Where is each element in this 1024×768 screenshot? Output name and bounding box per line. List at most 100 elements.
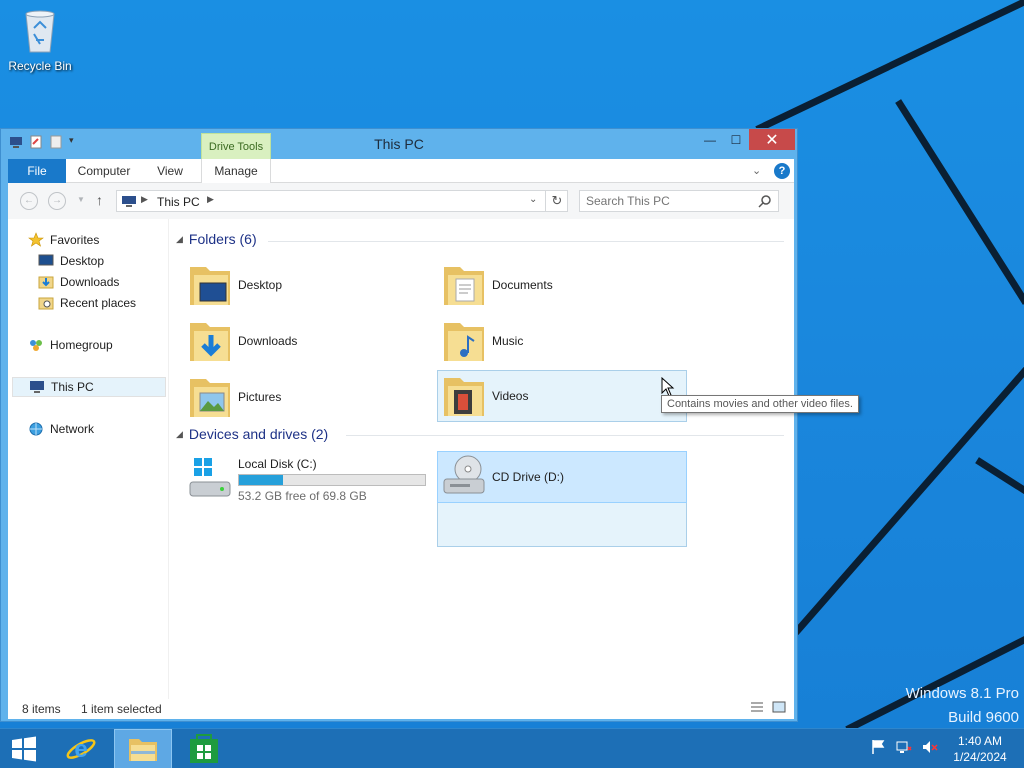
address-bar[interactable]: ▶ This PC ▶ ⌄ ↻ (116, 190, 568, 212)
search-input[interactable] (586, 194, 756, 208)
folder-desktop[interactable]: Desktop (184, 259, 434, 311)
drive-usage-fill (239, 475, 284, 485)
search-box[interactable] (579, 190, 779, 212)
store-icon (190, 734, 218, 763)
drive-free-space: 53.2 GB free of 69.8 GB (238, 489, 367, 503)
nav-item-network[interactable]: Network (28, 419, 94, 439)
tab-file[interactable]: File (8, 159, 66, 183)
folder-name: Documents (492, 278, 553, 292)
selection-count: 1 item selected (81, 702, 162, 716)
drive-cd-d[interactable]: CD Drive (D:) (437, 451, 687, 503)
tab-computer[interactable]: Computer (70, 159, 138, 183)
devices-group-header[interactable]: ◢ Devices and drives (2) (176, 426, 328, 442)
videos-folder-icon (444, 378, 484, 416)
nav-item-label: Downloads (60, 275, 120, 289)
recycle-bin[interactable]: Recycle Bin (6, 6, 74, 73)
file-explorer-icon (129, 739, 157, 761)
videos-tooltip: Contains movies and other video files. (661, 395, 859, 413)
help-icon[interactable]: ? (774, 163, 790, 179)
window-titlebar[interactable]: ▾ Drive Tools This PC — ☐ ✕ (1, 129, 797, 159)
nav-item-recent-places[interactable]: Recent places (38, 293, 136, 313)
folder-name: Pictures (238, 390, 282, 404)
folder-documents[interactable]: Documents (438, 259, 688, 311)
tab-manage[interactable]: Manage (201, 159, 271, 183)
folders-group-header[interactable]: ◢ Folders (6) (176, 231, 257, 247)
this-pc-icon (122, 196, 136, 207)
search-icon[interactable] (758, 194, 772, 208)
status-bar: 8 items 1 item selected (8, 699, 794, 719)
taskbar-clock[interactable]: 1:40 AM 1/24/2024 (940, 733, 1020, 765)
windows-edition-watermark: Windows 8.1 Pro (905, 685, 1019, 702)
taskbar: e 1:40 AM 1/24/2024 (0, 728, 1024, 768)
folder-pictures[interactable]: Pictures (184, 371, 434, 423)
nav-item-homegroup[interactable]: Homegroup (28, 335, 113, 355)
content-area: Favorites Desktop Downloads Recent place… (8, 219, 794, 699)
pane-divider (168, 219, 169, 699)
nav-item-desktop[interactable]: Desktop (38, 251, 104, 271)
downloads-icon (38, 276, 54, 289)
view-toggles (750, 701, 786, 713)
close-button[interactable]: ✕ (749, 129, 795, 150)
windows-build-watermark: Build 9600 (948, 709, 1019, 726)
folder-music[interactable]: Music (438, 315, 688, 367)
recycle-bin-label: Recycle Bin (8, 59, 72, 73)
clock-time: 1:40 AM (957, 734, 1003, 748)
navigation-pane: Favorites Desktop Downloads Recent place… (8, 219, 168, 699)
folder-name: Desktop (238, 278, 283, 292)
hard-drive-icon (189, 458, 231, 497)
desktop-folder-icon (38, 254, 54, 266)
pictures-folder-icon (190, 379, 230, 417)
tab-view[interactable]: View (148, 159, 192, 183)
folder-name: Videos (492, 389, 529, 403)
breadcrumb-separator-icon[interactable]: ▶ (141, 194, 148, 205)
folder-name: Downloads (238, 334, 298, 348)
navigation-bar: ← → ▼ ↑ ▶ This PC ▶ ⌄ ↻ (8, 183, 794, 219)
breadcrumb-separator-icon[interactable]: ▶ (207, 194, 214, 205)
back-button[interactable]: ← (20, 192, 38, 210)
up-button[interactable]: ↑ (96, 192, 103, 208)
nav-item-label: Network (50, 422, 95, 436)
collapse-triangle-icon[interactable]: ◢ (176, 429, 183, 440)
network-icon (29, 422, 43, 436)
taskbar-internet-explorer[interactable]: e (52, 729, 110, 768)
folder-videos[interactable]: Videos (437, 370, 687, 422)
nav-item-label: This PC (51, 380, 94, 394)
volume-muted-icon[interactable] (922, 739, 938, 755)
large-icons-view-icon[interactable] (772, 701, 786, 713)
folders-group-title: Folders (6) (188, 231, 257, 247)
maximize-button[interactable]: ☐ (723, 129, 749, 150)
details-view-icon[interactable] (750, 701, 764, 713)
expand-ribbon-chevron-icon[interactable]: ⌄ (752, 164, 761, 177)
group-divider (268, 241, 784, 242)
this-pc-icon (30, 381, 44, 393)
nav-item-this-pc[interactable]: This PC (12, 377, 166, 397)
breadcrumb-this-pc[interactable]: This PC (157, 195, 200, 209)
drive-info: Local Disk (C:) 53.2 GB free of 69.8 GB (238, 457, 426, 503)
file-explorer-window[interactable]: ▾ Drive Tools This PC — ☐ ✕ File Compute… (0, 128, 798, 722)
refresh-button[interactable]: ↻ (545, 191, 568, 211)
recent-locations-chevron-icon[interactable]: ▼ (77, 195, 85, 204)
address-history-chevron-icon[interactable]: ⌄ (529, 194, 537, 205)
desktop-folder-icon (190, 267, 230, 305)
action-center-flag-icon[interactable] (870, 739, 886, 755)
ribbon-tabs: File Computer View Manage ⌄ ? (8, 159, 794, 183)
taskbar-file-explorer[interactable] (114, 729, 172, 768)
taskbar-store[interactable] (175, 729, 233, 768)
folder-name: Music (492, 334, 524, 348)
collapse-triangle-icon[interactable]: ◢ (176, 234, 183, 245)
svg-text:e: e (74, 736, 87, 763)
forward-button[interactable]: → (48, 192, 66, 210)
drive-local-disk-c[interactable]: Local Disk (C:) 53.2 GB free of 69.8 GB (184, 451, 434, 509)
window-title: This PC (374, 136, 424, 152)
start-button[interactable] (0, 729, 48, 768)
nav-item-label: Favorites (50, 233, 100, 247)
recycle-bin-icon (25, 10, 55, 53)
network-status-icon[interactable] (896, 739, 912, 755)
homegroup-icon (30, 340, 42, 351)
nav-item-favorites[interactable]: Favorites (28, 230, 99, 250)
folder-downloads[interactable]: Downloads (184, 315, 434, 367)
minimize-button[interactable]: — (697, 129, 723, 150)
devices-group-title: Devices and drives (2) (188, 426, 329, 442)
nav-item-downloads[interactable]: Downloads (38, 272, 119, 292)
nav-item-label: Homegroup (50, 338, 113, 352)
